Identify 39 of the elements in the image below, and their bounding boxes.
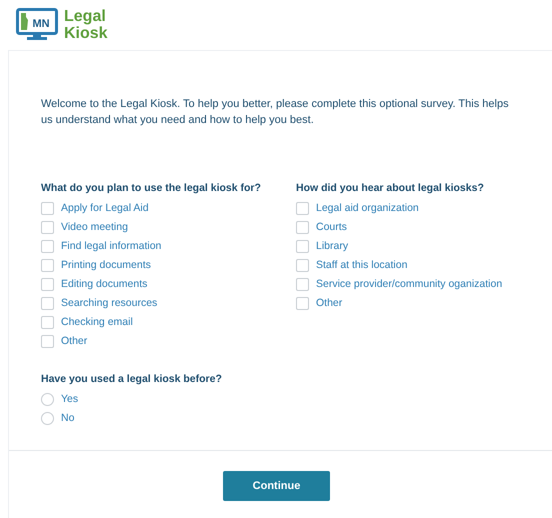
option-label[interactable]: Other [61,334,88,350]
option-label[interactable]: Editing documents [61,276,148,292]
checkbox[interactable] [296,240,309,253]
checkbox[interactable] [41,240,54,253]
option-label[interactable]: Apply for Legal Aid [61,200,149,216]
checkbox[interactable] [41,202,54,215]
option-label[interactable]: Yes [61,392,78,408]
checkbox[interactable] [296,202,309,215]
radio-button[interactable] [41,412,54,425]
option-label[interactable]: Legal aid organization [316,200,419,216]
checkbox[interactable] [41,278,54,291]
option-label[interactable]: Courts [316,220,347,236]
checkbox[interactable] [296,297,309,310]
option-label[interactable]: Printing documents [61,258,151,274]
checkbox[interactable] [41,335,54,348]
continue-button[interactable]: Continue [223,471,330,501]
option-label[interactable]: Library [316,238,348,254]
logo-text: Legal [64,8,107,25]
option-label[interactable]: Searching resources [61,296,158,312]
option-label[interactable]: Service provider/community oganization [316,276,502,292]
option-label[interactable]: Other [316,296,342,312]
checkbox[interactable] [41,259,54,272]
checkbox[interactable] [41,221,54,234]
logo-text: Kiosk [64,25,108,42]
option-label[interactable]: Video meeting [61,220,128,236]
intro-text: Welcome to the Legal Kiosk. To help you better, please complete this optional survey. This helps us understand what you need and how to help you best. [41,97,510,128]
question-title: Have you used a legal kiosk before? [41,372,223,387]
checkbox[interactable] [296,259,309,272]
option-label[interactable]: Checking email [61,314,133,330]
checkbox[interactable] [41,297,54,310]
option-label[interactable]: No [61,410,74,426]
checkbox[interactable] [41,316,54,329]
option-label[interactable]: Find legal information [61,238,162,254]
question-title: What do you plan to use the legal kiosk for? [41,181,262,196]
checkbox[interactable] [296,221,309,234]
question-title: How did you hear about legal kiosks? [296,181,485,196]
checkbox[interactable] [296,278,309,291]
option-label[interactable]: Staff at this location [316,258,408,274]
radio-button[interactable] [41,393,54,406]
